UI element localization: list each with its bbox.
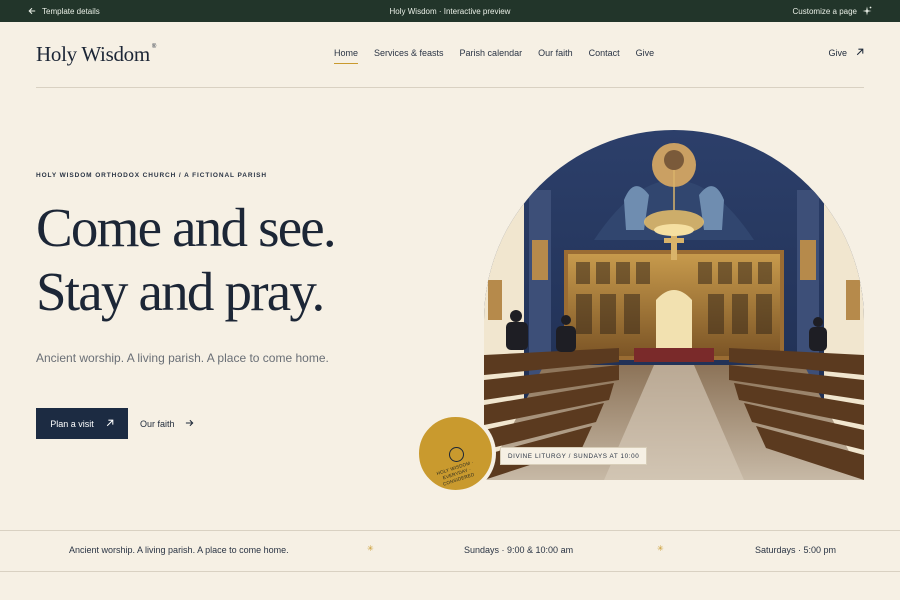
hero-eyebrow: HOLY WISDOM ORTHODOX CHURCH / A FICTIONA… [36, 172, 267, 179]
sparkle-icon [862, 6, 872, 16]
give-label: Give [828, 48, 847, 58]
arrow-left-icon [28, 7, 36, 15]
nav-item-give[interactable]: Give [636, 48, 655, 64]
site-header: Holy Wisdom ® Home Services & feasts Pari… [36, 22, 864, 88]
church-interior-image [484, 130, 864, 480]
parish-seal-badge: HOLY WISDOM · EVERYDAY · CONSIDERED [416, 414, 495, 493]
plan-a-visit-button[interactable]: Plan a visit [36, 408, 128, 439]
logo-mark: ® [151, 44, 157, 50]
headline-line-2: Stay and pray. [36, 261, 325, 322]
plan-a-visit-label: Plan a visit [50, 418, 94, 429]
asterisk-icon: ✳ [657, 544, 664, 553]
arrow-up-right-icon [106, 419, 114, 429]
arrow-right-icon [185, 419, 194, 429]
service-times-strip: Ancient worship. A living parish. A plac… [0, 530, 900, 572]
hero-headline: Come and see. Stay and pray. [36, 196, 337, 324]
asterisk-icon: ✳ [367, 544, 374, 553]
nav-item-services-feasts[interactable]: Services & feasts [374, 48, 444, 64]
preview-title: Holy Wisdom · Interactive preview [389, 6, 511, 16]
saturday-times: Saturdays · 5:00 pm [755, 545, 837, 555]
nav-item-our-faith[interactable]: Our faith [538, 48, 573, 64]
hero-subtitle: Ancient worship. A living parish. A plac… [36, 351, 329, 365]
give-button[interactable]: Give [828, 48, 864, 58]
ring-icon [449, 447, 464, 462]
main-menu: Home Services & feasts Parish calendar O… [334, 48, 654, 64]
headline-line-1: Come and see. [36, 197, 337, 258]
our-faith-label: Our faith [140, 418, 175, 429]
nav-item-contact[interactable]: Contact [589, 48, 620, 64]
nav-item-home[interactable]: Home [334, 48, 359, 64]
template-details-link[interactable]: Template details [28, 7, 100, 16]
template-details-label: Template details [42, 6, 100, 16]
nav-item-parish-calendar[interactable]: Parish calendar [460, 48, 523, 64]
arrow-up-right-icon [856, 48, 864, 58]
customize-page-button[interactable]: Customize a page [793, 6, 872, 16]
our-faith-link[interactable]: Our faith [140, 408, 194, 439]
customize-label: Customize a page [792, 6, 857, 16]
image-caption: DIVINE LITURGY / SUNDAYS AT 10:00 [500, 447, 648, 465]
site-logo[interactable]: Holy Wisdom ® [36, 42, 156, 67]
sunday-times: Sundays · 9:00 & 10:00 am [464, 545, 574, 555]
preview-bar: Template details Holy Wisdom · Interacti… [0, 0, 900, 22]
logo-text: Holy Wisdom [36, 42, 150, 66]
strip-tagline: Ancient worship. A living parish. A plac… [69, 545, 289, 555]
badge-text: HOLY WISDOM · EVERYDAY · CONSIDERED [436, 459, 475, 487]
